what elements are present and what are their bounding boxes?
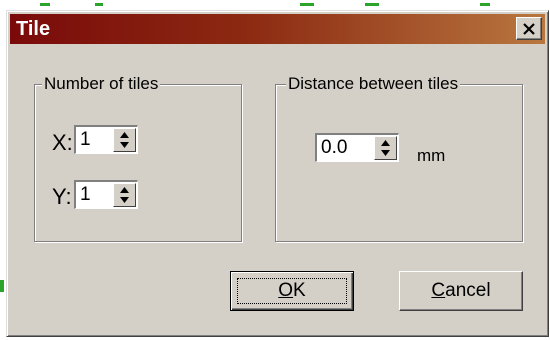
spin-up-icon[interactable] [117, 130, 132, 140]
y-tiles-spinner[interactable]: 1 [74, 180, 138, 209]
background-decoration [480, 3, 490, 6]
cancel-button[interactable]: Cancel [399, 271, 523, 311]
dialog-title: Tile [16, 18, 51, 40]
spin-down-icon[interactable] [378, 148, 393, 158]
distance-spinner[interactable]: 0.0 [315, 133, 399, 162]
y-label: Y: [52, 184, 72, 209]
x-spin-buttons[interactable] [113, 128, 136, 152]
spin-up-icon[interactable] [117, 185, 132, 195]
spin-up-icon[interactable] [378, 138, 393, 148]
number-of-tiles-group: Number of tiles X: 1 Y: 1 [34, 74, 242, 242]
y-spin-buttons[interactable] [113, 183, 136, 207]
close-icon [523, 22, 535, 35]
tile-dialog: Tile Number of tiles X: 1 Y: 1 Distance … [6, 10, 549, 337]
distance-between-tiles-group: Distance between tiles 0.0 mm [275, 74, 523, 242]
ok-button[interactable]: OK [230, 271, 354, 311]
cancel-button-label: Cancel [431, 280, 491, 301]
ok-button-label: OK [278, 280, 306, 301]
background-decoration [300, 3, 314, 6]
x-tiles-value[interactable]: 1 [80, 129, 91, 151]
distance-unit: mm [417, 146, 446, 165]
number-of-tiles-legend: Number of tiles [42, 74, 161, 94]
distance-spin-buttons[interactable] [374, 136, 397, 160]
background-decoration [95, 3, 103, 6]
spin-down-icon[interactable] [117, 195, 132, 205]
background-decoration [365, 3, 379, 6]
distance-legend: Distance between tiles [286, 74, 461, 94]
distance-value[interactable]: 0.0 [321, 137, 347, 159]
close-button[interactable] [516, 17, 542, 40]
x-label: X: [52, 130, 73, 155]
spin-down-icon[interactable] [117, 140, 132, 150]
background-decoration [40, 3, 50, 6]
x-tiles-spinner[interactable]: 1 [74, 125, 138, 154]
background-window [0, 0, 550, 8]
title-bar[interactable]: Tile [10, 14, 545, 44]
background-decoration [0, 280, 4, 292]
y-tiles-value[interactable]: 1 [80, 184, 91, 206]
